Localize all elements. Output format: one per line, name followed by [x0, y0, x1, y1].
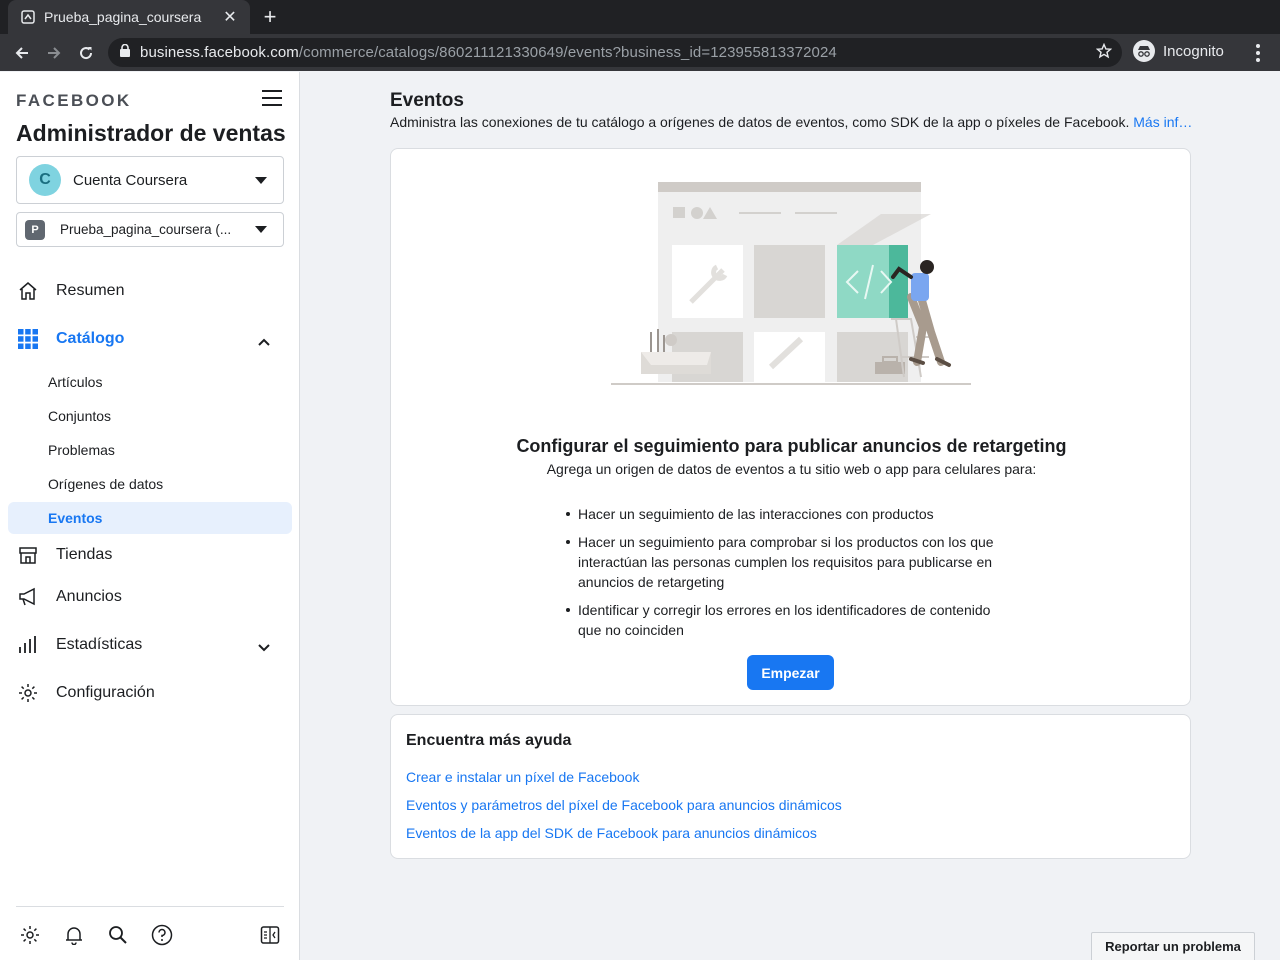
bookmark-star-icon[interactable]: [1095, 42, 1113, 64]
help-link-sdk-events[interactable]: Eventos de la app del SDK de Facebook pa…: [406, 825, 817, 841]
grid-icon: [18, 329, 38, 349]
nav-label: Tiendas: [56, 546, 113, 563]
list-item: Hacer un seguimiento de las interaccione…: [566, 504, 1008, 524]
nav-label: Catálogo: [56, 330, 125, 347]
browser-tab[interactable]: Prueba_pagina_coursera ✕: [8, 0, 250, 34]
nav-sub-articulos[interactable]: Artículos: [8, 366, 292, 398]
incognito-indicator[interactable]: Incognito: [1133, 40, 1224, 62]
incognito-label: Incognito: [1163, 42, 1224, 60]
nav-configuracion[interactable]: Configuración: [8, 677, 292, 709]
nav-label: Anuncios: [56, 588, 122, 605]
sidebar-footer: [16, 906, 284, 960]
help-title: Encuentra más ayuda: [406, 732, 572, 749]
setup-card: Configurar el seguimiento para publicar …: [390, 148, 1191, 706]
dropdown-caret-icon: [255, 176, 267, 184]
main-content: Eventos Administra las conexiones de tu …: [301, 72, 1280, 960]
nav-label: Configuración: [56, 684, 155, 701]
help-icon[interactable]: [150, 923, 174, 947]
start-button[interactable]: Empezar: [747, 655, 834, 690]
url-text: business.facebook.com/commerce/catalogs/…: [140, 44, 837, 61]
nav-label: Resumen: [56, 282, 125, 299]
page-description: Administra las conexiones de tu catálogo…: [390, 114, 1193, 130]
gear-icon: [18, 683, 38, 703]
catalog-selector[interactable]: P Prueba_pagina_coursera (...: [16, 212, 284, 247]
catalog-name: Prueba_pagina_coursera (...: [60, 222, 232, 237]
browser-menu-icon[interactable]: [1250, 42, 1266, 64]
nav-sub-conjuntos[interactable]: Conjuntos: [8, 400, 292, 432]
page-favicon-icon: [20, 9, 36, 25]
back-icon[interactable]: [6, 37, 38, 69]
browser-toolbar: business.facebook.com/commerce/catalogs/…: [0, 34, 1280, 71]
lock-icon: [120, 43, 130, 62]
incognito-icon: [1133, 40, 1155, 62]
list-item: Hacer un seguimiento para comprobar si l…: [566, 532, 1008, 592]
panel-toggle-icon[interactable]: [258, 923, 282, 947]
dropdown-caret-icon: [255, 226, 267, 233]
catalog-avatar: P: [25, 219, 45, 240]
bell-icon[interactable]: [62, 923, 86, 947]
nav-sub-origenes[interactable]: Orígenes de datos: [8, 468, 292, 500]
setup-subtitle: Agrega un origen de datos de eventos a t…: [546, 461, 1037, 477]
nav-anuncios[interactable]: Anuncios: [8, 581, 292, 613]
nav-catalogo[interactable]: Catálogo: [8, 323, 292, 355]
nav-sub-eventos[interactable]: Eventos: [8, 502, 292, 534]
app-title: Administrador de ventas: [16, 120, 286, 146]
close-tab-icon[interactable]: ✕: [220, 7, 240, 27]
setup-title: Configurar el seguimiento para publicar …: [516, 436, 1067, 456]
shop-icon: [18, 545, 38, 565]
nav-estadisticas[interactable]: Estadísticas: [8, 629, 292, 661]
nav-label: Estadísticas: [56, 636, 143, 653]
tab-title: Prueba_pagina_coursera: [44, 9, 202, 25]
account-name: Cuenta Coursera: [73, 171, 188, 189]
sidebar: FACEBOOK Administrador de ventas C Cuent…: [0, 72, 300, 960]
nav-tiendas[interactable]: Tiendas: [8, 539, 292, 571]
reload-icon[interactable]: [70, 37, 102, 69]
facebook-logo[interactable]: FACEBOOK: [16, 91, 132, 111]
help-link-pixel-events[interactable]: Eventos y parámetros del píxel de Facebo…: [406, 797, 842, 813]
forward-icon[interactable]: [38, 37, 70, 69]
chevron-down-icon: [258, 639, 270, 657]
more-info-link[interactable]: Más inf…: [1133, 114, 1192, 130]
report-problem-button[interactable]: Reportar un problema: [1091, 932, 1255, 960]
benefits-list: Hacer un seguimiento de las interaccione…: [566, 504, 1008, 648]
bar-chart-icon: [18, 635, 38, 655]
browser-tab-bar: Prueba_pagina_coursera ✕ +: [0, 0, 1280, 34]
list-item: Identificar y corregir los errores en lo…: [566, 600, 1008, 640]
account-selector[interactable]: C Cuenta Coursera: [16, 156, 284, 204]
megaphone-icon: [18, 587, 38, 607]
chevron-up-icon: [258, 333, 270, 351]
help-link-create-pixel[interactable]: Crear e instalar un píxel de Facebook: [406, 769, 639, 785]
page-title: Eventos: [390, 90, 464, 111]
search-icon[interactable]: [106, 923, 130, 947]
menu-icon[interactable]: [262, 90, 282, 106]
home-icon: [18, 281, 38, 301]
nav-sub-problemas[interactable]: Problemas: [8, 434, 292, 466]
help-card: Encuentra más ayuda Crear e instalar un …: [390, 714, 1191, 859]
account-avatar: C: [29, 164, 61, 196]
nav-resumen[interactable]: Resumen: [8, 275, 292, 307]
address-bar[interactable]: business.facebook.com/commerce/catalogs/…: [108, 38, 1122, 67]
new-tab-icon[interactable]: +: [258, 4, 282, 29]
gear-icon[interactable]: [18, 923, 42, 947]
retargeting-illustration: [611, 182, 971, 385]
